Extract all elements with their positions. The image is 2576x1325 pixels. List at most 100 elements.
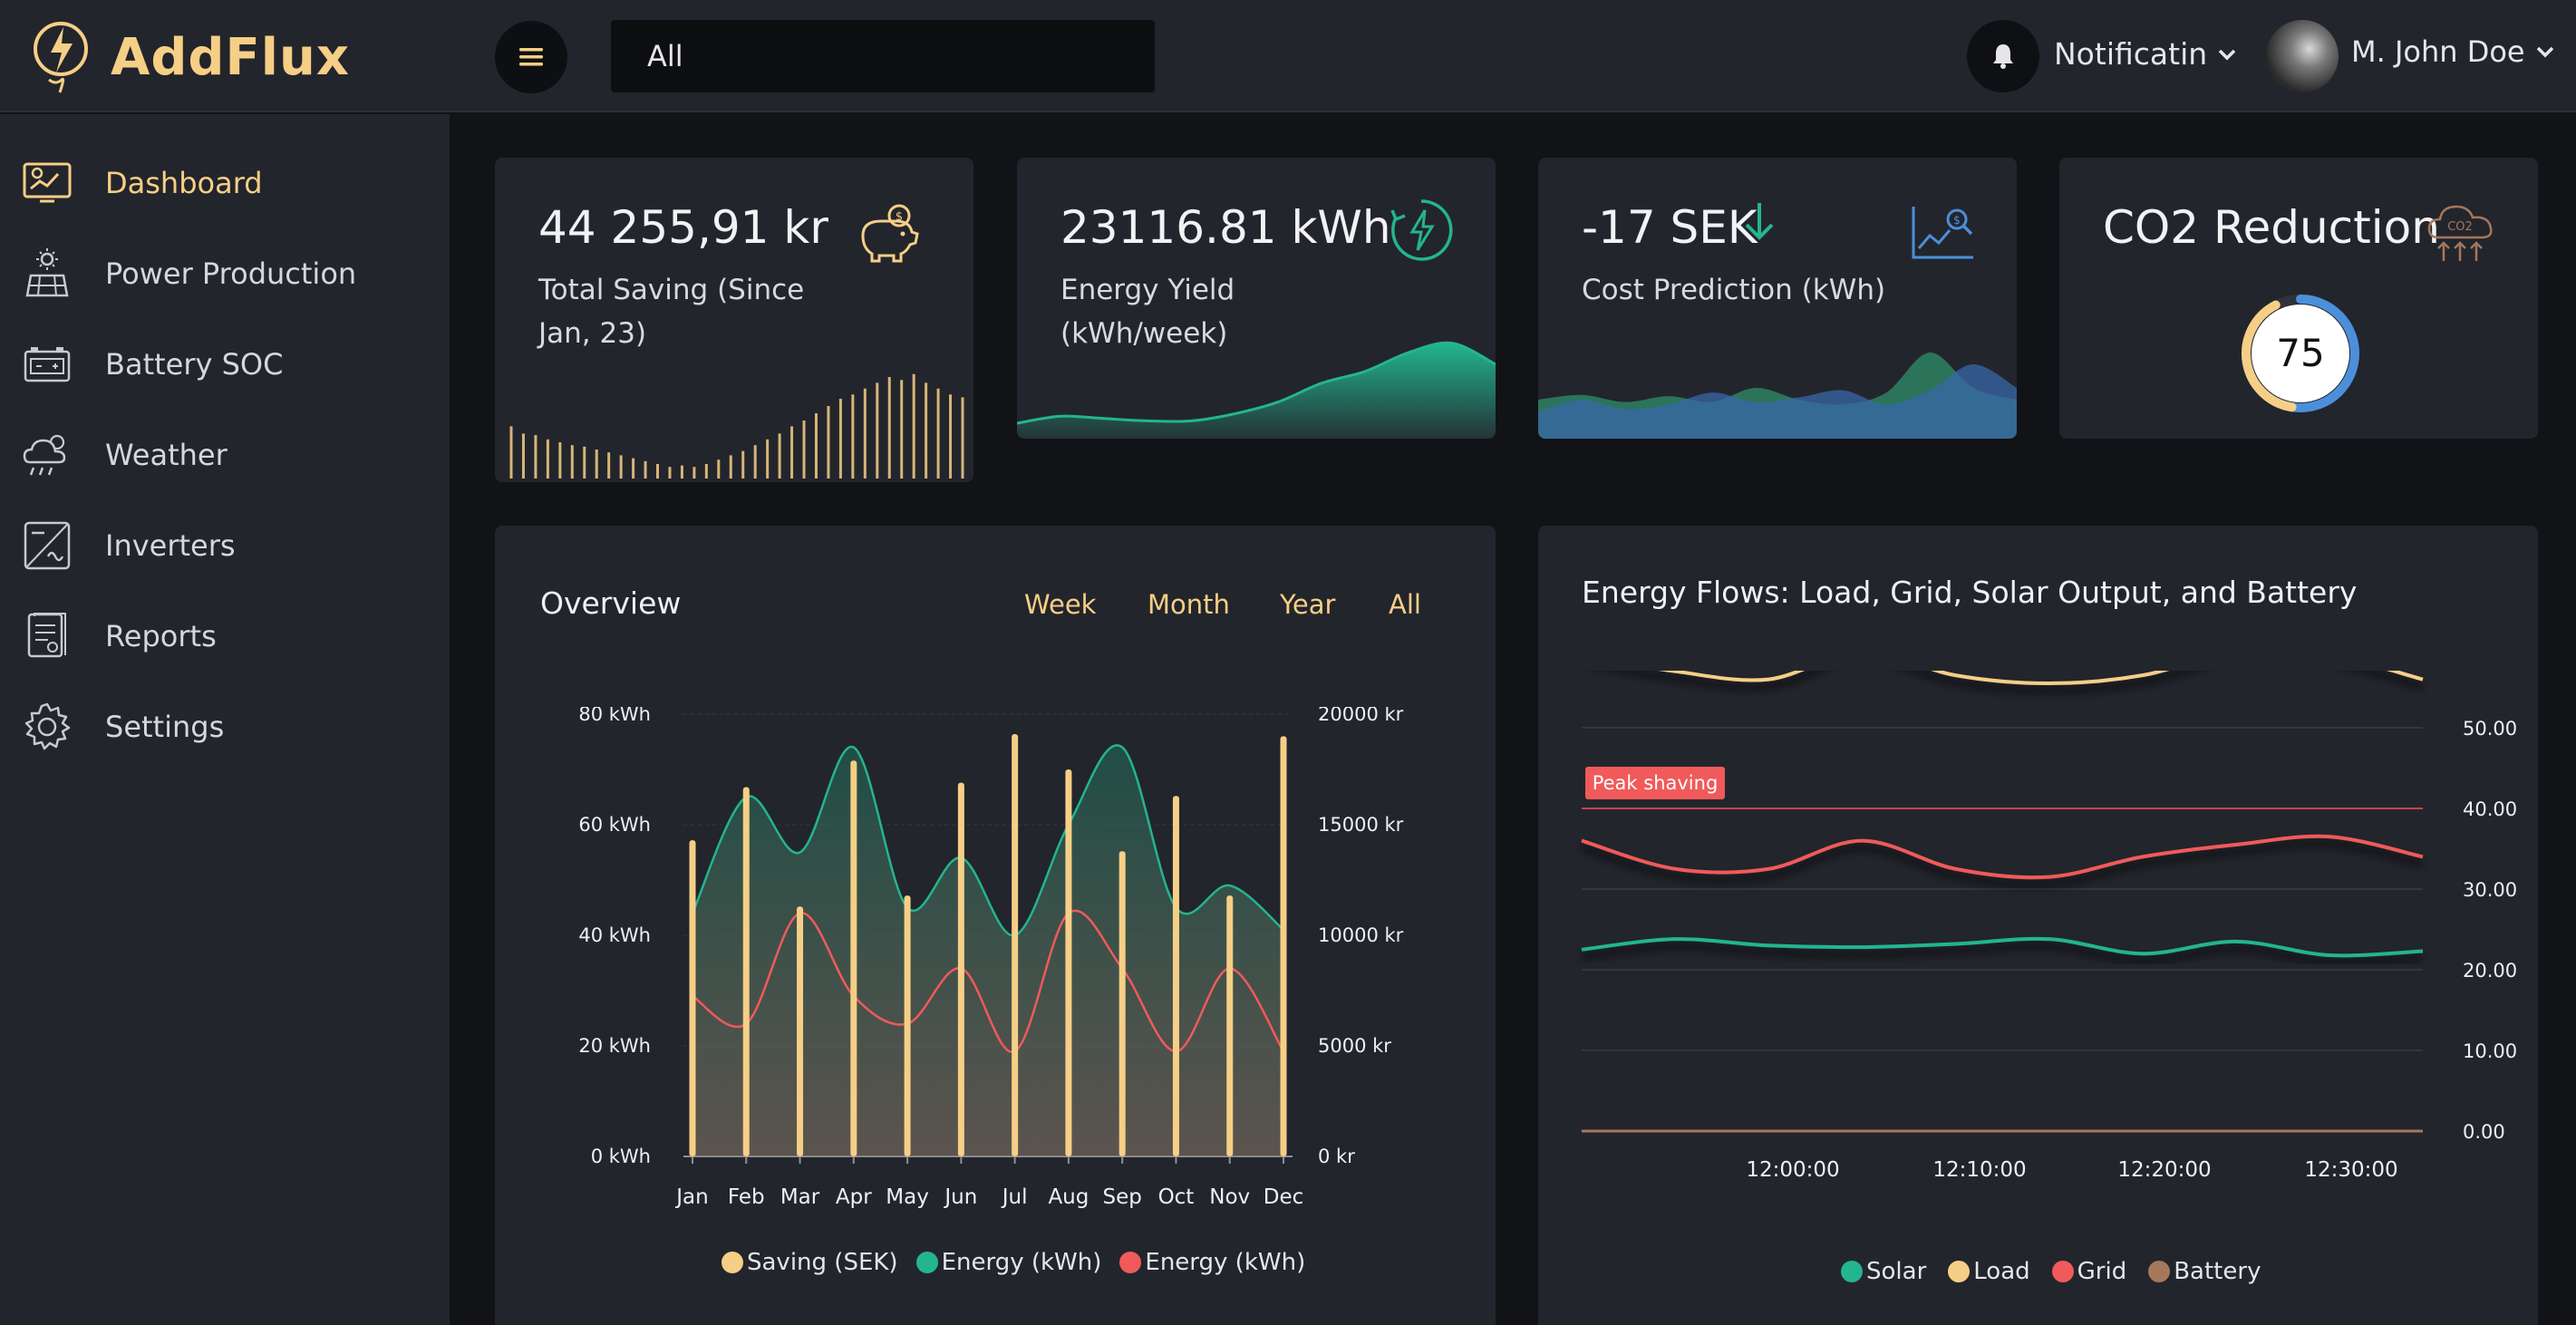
overview-x-label: Feb [728, 1185, 765, 1209]
range-tab-all[interactable]: All [1389, 589, 1421, 620]
kpi-value: 44 255,91 kr [538, 201, 828, 254]
sidebar-item-battery-soc[interactable]: Battery SOC [20, 328, 437, 401]
overview-y-right-tick: 5000 kr [1318, 1035, 1391, 1057]
sidebar-item-inverters[interactable]: Inverters [20, 509, 437, 582]
overview-x-label: Dec [1264, 1185, 1304, 1209]
range-tab-year[interactable]: Year [1280, 589, 1335, 620]
panel-title: Energy Flows: Load, Grid, Solar Output, … [1582, 575, 2358, 610]
bell-icon [1993, 44, 2013, 69]
search-input[interactable]: All [611, 20, 1155, 92]
flows-line-solar [1581, 936, 2424, 958]
flows-y-tick: 10.00 [2463, 1040, 2517, 1062]
notification-dropdown[interactable]: Notificatin [2054, 36, 2236, 72]
legend-item-energy-2[interactable]: Energy (kWh) [1119, 1249, 1305, 1276]
sidebar-item-label: Power Production [105, 256, 357, 291]
flows-x-label: 12:20:00 [2117, 1158, 2211, 1182]
menu-toggle-button[interactable] [495, 21, 567, 93]
kpi-value: -17 SEK [1582, 201, 1758, 254]
sidebar-item-label: Dashboard [105, 166, 263, 200]
flows-y-tick: 30.00 [2463, 879, 2517, 901]
overview-x-label: Jul [1001, 1185, 1028, 1209]
overview-y-right-tick: 0 kr [1318, 1146, 1355, 1167]
overview-y-right-tick: 10000 kr [1318, 924, 1404, 946]
overview-y-left-tick: 20 kWh [578, 1035, 651, 1057]
cost-prediction-sparkline [1538, 352, 2017, 439]
overview-saving-bar [957, 782, 964, 1156]
overview-legend: Saving (SEK) Energy (kWh) Energy (kWh) [721, 1249, 1305, 1276]
weather-icon [20, 428, 74, 482]
legend-item-battery[interactable]: Battery [2148, 1258, 2261, 1285]
legend-item-saving[interactable]: Saving (SEK) [721, 1249, 898, 1276]
flows-y-tick: 20.00 [2463, 960, 2517, 982]
overview-x-label: Jun [943, 1185, 977, 1209]
top-bar: AddFlux All Notificatin M. John Doe [0, 0, 2576, 112]
user-name: M. John Doe [2351, 34, 2525, 69]
app-name: AddFlux [111, 27, 350, 87]
range-tab-month[interactable]: Month [1148, 589, 1230, 620]
overview-y-left-tick: 0 kWh [591, 1146, 651, 1167]
overview-saving-bar [1012, 733, 1019, 1156]
overview-panel: Overview Week Month Year All 0 kWh 0 kr 20… [495, 526, 1496, 1325]
overview-x-label: Aug [1048, 1185, 1089, 1209]
user-menu[interactable]: M. John Doe [2351, 34, 2554, 69]
lightning-logo-icon [34, 22, 88, 93]
flows-x-label: 12:10:00 [1932, 1158, 2026, 1182]
chevron-down-icon [2218, 49, 2236, 60]
overview-saving-bar [689, 840, 696, 1156]
overview-saving-bar [797, 906, 804, 1156]
overview-x-label: Mar [780, 1185, 820, 1209]
legend-item-grid[interactable]: Grid [2051, 1258, 2126, 1285]
sidebar-item-label: Settings [105, 710, 225, 744]
overview-saving-bar [1172, 796, 1179, 1156]
dashboard-icon [20, 156, 74, 210]
user-avatar[interactable] [2266, 20, 2339, 92]
legend-item-energy[interactable]: Energy (kWh) [915, 1249, 1101, 1276]
energy-flows-chart: 0.0010.0020.0030.0040.0050.0060.00Peak s… [1581, 671, 2517, 1182]
overview-y-left-tick: 60 kWh [578, 814, 651, 836]
notification-label: Notificatin [2054, 36, 2208, 72]
co2-cloud-icon: CO2 [2426, 199, 2498, 270]
overview-saving-bar [1226, 895, 1234, 1156]
sidebar-item-dashboard[interactable]: Dashboard [20, 147, 437, 219]
sidebar-item-power-production[interactable]: Power Production [20, 237, 437, 310]
co2-gauge-value: 75 [2276, 331, 2324, 375]
app-logo[interactable]: AddFlux [29, 16, 350, 98]
energy-yield-area [1017, 343, 1496, 439]
sidebar-item-label: Battery SOC [105, 347, 284, 382]
overview-x-label: Jan [674, 1185, 708, 1209]
overview-y-left-tick: 40 kWh [578, 924, 651, 946]
sidebar-item-settings[interactable]: Settings [20, 691, 437, 763]
hamburger-icon [519, 48, 543, 66]
legend-item-solar[interactable]: Solar [1841, 1258, 1926, 1285]
gear-icon [20, 700, 74, 754]
flows-y-tick: 40.00 [2463, 798, 2517, 820]
sidebar-item-weather[interactable]: Weather [20, 419, 437, 491]
overview-x-label: Apr [836, 1185, 872, 1209]
overview-y-right-tick: 20000 kr [1318, 707, 1404, 725]
panel-title: Overview [540, 585, 682, 621]
energy-yield-sparkline [1017, 341, 1496, 439]
inverter-icon [20, 518, 74, 573]
battery-icon [20, 337, 74, 392]
overview-x-label: Sep [1103, 1185, 1142, 1209]
sidebar-item-label: Reports [105, 619, 217, 653]
saving-sparkline [509, 373, 964, 479]
overview-saving-bar [1119, 851, 1126, 1156]
energy-flows-legend: Solar Load Grid Battery [1841, 1258, 2261, 1285]
kpi-card-energy-yield: 23116.81 kWh Energy Yield (kWh/week) [1017, 158, 1496, 439]
sidebar-item-label: Inverters [105, 528, 236, 563]
range-tab-week[interactable]: Week [1024, 589, 1096, 620]
co2-gauge: 75 [2242, 295, 2359, 412]
kpi-label: Total Saving (Since Jan, 23) [538, 274, 805, 350]
solar-panel-icon [20, 247, 74, 301]
legend-item-load[interactable]: Load [1948, 1258, 2030, 1285]
notification-bell-button[interactable] [1967, 20, 2039, 92]
sidebar: Dashboard Power Production Battery SOC W… [0, 114, 450, 1325]
overview-x-label: Nov [1209, 1185, 1250, 1209]
svg-text:$: $ [1953, 214, 1961, 227]
flows-line-grid [1581, 834, 2424, 880]
lightning-icon [1389, 198, 1454, 266]
arrow-down-icon [1745, 203, 1774, 240]
sidebar-item-reports[interactable]: Reports [20, 600, 437, 672]
overview-saving-bar [1280, 736, 1287, 1156]
